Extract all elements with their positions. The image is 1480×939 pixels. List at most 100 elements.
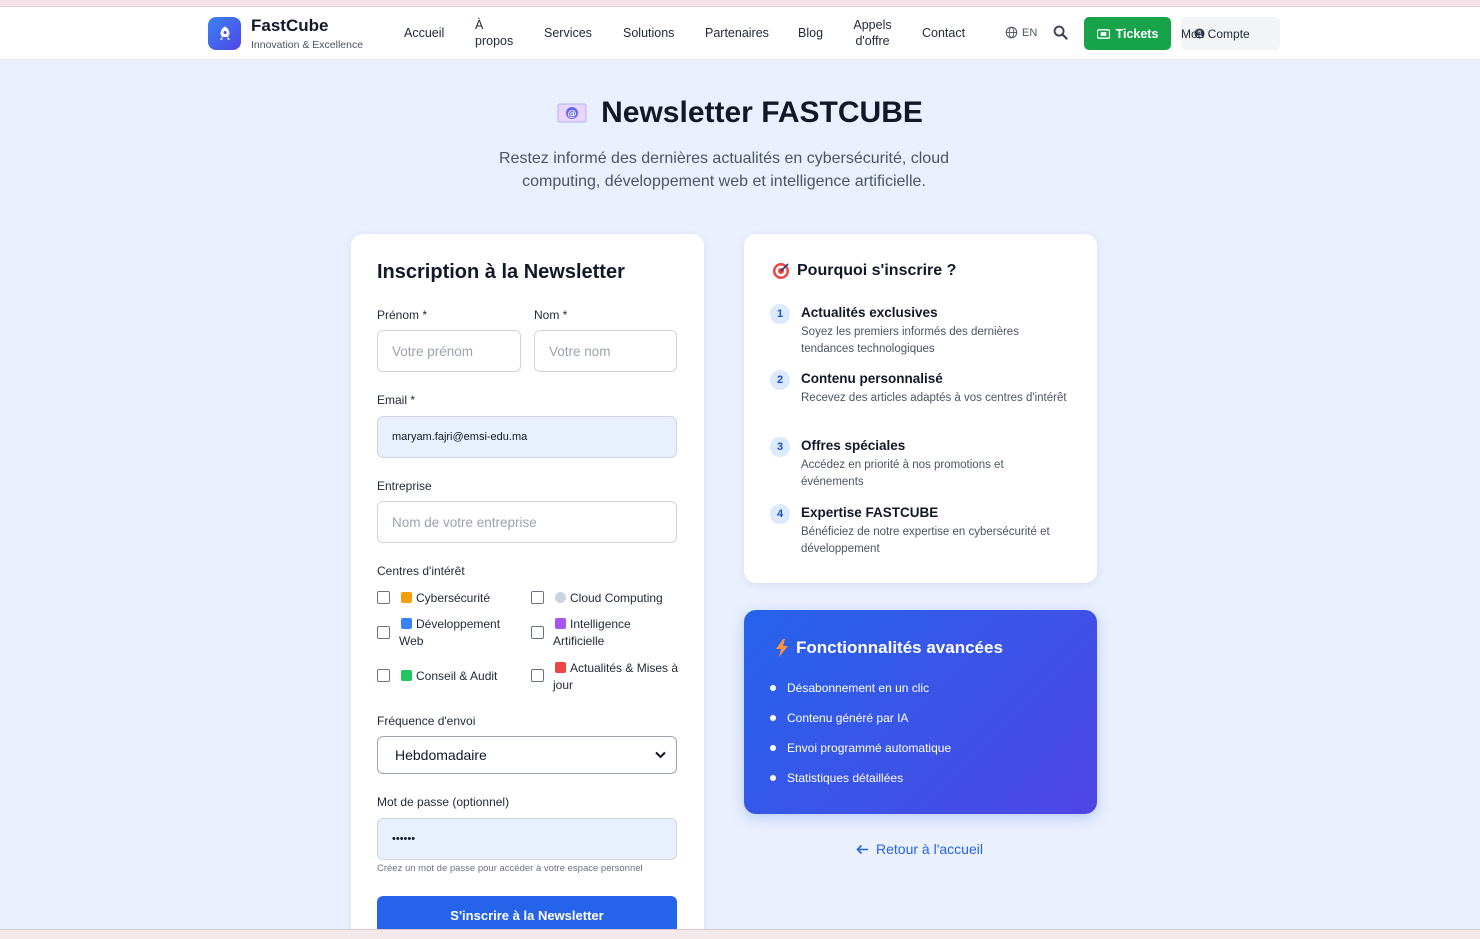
globe-icon xyxy=(1005,26,1018,39)
why-title-text: Pourquoi s'inscrire ? xyxy=(797,262,957,279)
megaphone-icon xyxy=(555,662,566,673)
feature-item: Envoi programmé automatique xyxy=(770,741,951,755)
step-number-badge: 1 xyxy=(770,304,790,324)
tickets-label: Tickets xyxy=(1115,26,1159,41)
password-hint: Créez un mot de passe pour accéder à vot… xyxy=(377,863,643,874)
why-item-desc: Bénéficiez de notre expertise en cybersé… xyxy=(801,526,1050,555)
feature-item: Contenu généré par IA xyxy=(770,711,908,725)
why-subscribe-card: Pourquoi s'inscrire ? 1 Actualités exclu… xyxy=(744,234,1097,583)
nav-appels-offre[interactable]: Appels d'offre xyxy=(849,17,896,49)
back-link-label: Retour à l'accueil xyxy=(876,841,983,857)
interest-checkbox[interactable] xyxy=(377,626,390,639)
nav-services[interactable]: Services xyxy=(544,25,592,41)
brand-tagline: Innovation & Excellence xyxy=(251,39,364,51)
page-title: @ Newsletter FASTCUBE xyxy=(0,96,1480,130)
back-to-home-link[interactable]: Retour à l'accueil xyxy=(856,841,983,857)
bullet-icon xyxy=(770,775,776,781)
password-label: Mot de passe (optionnel) xyxy=(377,795,510,809)
lock-icon xyxy=(401,592,412,603)
why-item-title: Expertise FASTCUBE xyxy=(801,505,939,520)
browser-top-strip xyxy=(0,0,1480,7)
email-label: Email * xyxy=(377,393,416,407)
form-title: Inscription à la Newsletter xyxy=(377,261,625,283)
newsletter-form-card: Inscription à la Newsletter Prénom * Vot… xyxy=(351,234,704,939)
interest-actualites[interactable]: Actualités & Mises à jour xyxy=(531,660,681,696)
features-title-text: Fonctionnalités avancées xyxy=(796,638,1003,657)
step-number-badge: 4 xyxy=(770,504,790,524)
chart-icon xyxy=(401,670,412,681)
feature-item: Statistiques détaillées xyxy=(770,771,903,785)
why-item-desc: Recevez des articles adaptés à vos centr… xyxy=(801,392,1067,404)
interest-checkbox[interactable] xyxy=(531,669,544,682)
nav-contact[interactable]: Contact xyxy=(922,25,965,41)
arrow-left-icon xyxy=(856,844,868,854)
page-title-text: Newsletter FASTCUBE xyxy=(601,96,923,129)
step-number-badge: 2 xyxy=(770,370,790,390)
interest-checkbox[interactable] xyxy=(377,591,390,604)
interest-label: Conseil & Audit xyxy=(416,669,498,683)
interest-checkbox[interactable] xyxy=(377,669,390,682)
why-item-title: Offres spéciales xyxy=(801,438,906,453)
first-name-input[interactable]: Votre prénom xyxy=(377,330,521,372)
cloud-icon xyxy=(555,592,566,603)
lightning-icon xyxy=(776,639,788,657)
why-item-title: Actualités exclusives xyxy=(801,305,938,320)
interest-checkbox[interactable] xyxy=(531,591,544,604)
step-number-badge: 3 xyxy=(770,437,790,457)
why-title: Pourquoi s'inscrire ? xyxy=(772,262,956,280)
first-name-label: Prénom * xyxy=(377,308,428,322)
frequency-select[interactable]: Hebdomadaire xyxy=(377,736,677,774)
last-name-input[interactable]: Votre nom xyxy=(534,330,677,372)
feature-item: Désabonnement en un clic xyxy=(770,681,929,695)
account-label: Mon Compte xyxy=(1181,26,1250,41)
company-input[interactable]: Nom de votre entreprise xyxy=(377,501,677,543)
feature-label: Envoi programmé automatique xyxy=(787,741,952,755)
password-field[interactable]: •••••• xyxy=(377,818,677,860)
chevron-down-icon xyxy=(655,751,666,759)
search-icon xyxy=(1053,25,1068,40)
email-field[interactable]: maryam.fajri@emsi-edu.ma xyxy=(377,416,677,458)
account-button[interactable]: Mon Compte xyxy=(1181,17,1280,50)
frequency-value: Hebdomadaire xyxy=(395,747,487,763)
search-button[interactable] xyxy=(1053,25,1069,41)
interests-label: Centres d'intérêt xyxy=(377,564,465,578)
brand-name[interactable]: FastCube xyxy=(251,16,328,36)
language-code: EN xyxy=(1022,26,1038,39)
interest-label: Actualités & Mises à jour xyxy=(553,661,679,692)
language-switcher[interactable]: EN xyxy=(1005,26,1037,39)
why-item-title: Contenu personnalisé xyxy=(801,371,943,386)
robot-icon xyxy=(555,618,566,629)
why-item-desc: Soyez les premiers informés des dernière… xyxy=(801,326,1019,355)
advanced-features-card: Fonctionnalités avancées Désabonnement e… xyxy=(744,610,1097,814)
nav-blog[interactable]: Blog xyxy=(798,25,823,41)
last-name-label: Nom * xyxy=(534,308,568,322)
target-icon xyxy=(773,263,789,279)
svg-text:@: @ xyxy=(568,110,577,120)
rocket-logo-icon[interactable] xyxy=(208,17,241,50)
frequency-label: Fréquence d'envoi xyxy=(377,714,476,728)
bullet-icon xyxy=(770,745,776,751)
feature-label: Désabonnement en un clic xyxy=(787,681,930,695)
interest-intelligence-artificielle[interactable]: Intelligence Artificielle xyxy=(531,616,681,652)
nav-solutions[interactable]: Solutions xyxy=(623,25,674,41)
nav-partenaires[interactable]: Partenaires xyxy=(705,25,769,41)
interest-label: Développement Web xyxy=(399,617,501,648)
features-title: Fonctionnalités avancées xyxy=(776,638,1003,658)
page-subtitle: Restez informé des dernières actualités … xyxy=(499,150,949,190)
company-label: Entreprise xyxy=(377,479,432,493)
laptop-icon xyxy=(401,618,412,629)
nav-a-propos[interactable]: À propos xyxy=(475,17,515,49)
interest-label: Cloud Computing xyxy=(570,591,663,605)
feature-label: Statistiques détaillées xyxy=(787,771,904,785)
browser-bottom-strip xyxy=(0,929,1480,939)
interest-checkbox[interactable] xyxy=(531,626,544,639)
feature-label: Contenu généré par IA xyxy=(787,711,909,725)
interest-developpement-web[interactable]: Développement Web xyxy=(377,616,527,652)
tickets-button[interactable]: Tickets xyxy=(1084,17,1171,50)
ticket-icon xyxy=(1096,28,1110,39)
email-envelope-icon: @ xyxy=(557,103,587,123)
interest-label: Cybersécurité xyxy=(416,591,491,605)
site-header: FastCube Innovation & Excellence Accueil… xyxy=(0,7,1480,60)
nav-accueil[interactable]: Accueil xyxy=(404,25,444,41)
why-item-desc: Accédez en priorité à nos promotions et … xyxy=(801,459,1004,488)
